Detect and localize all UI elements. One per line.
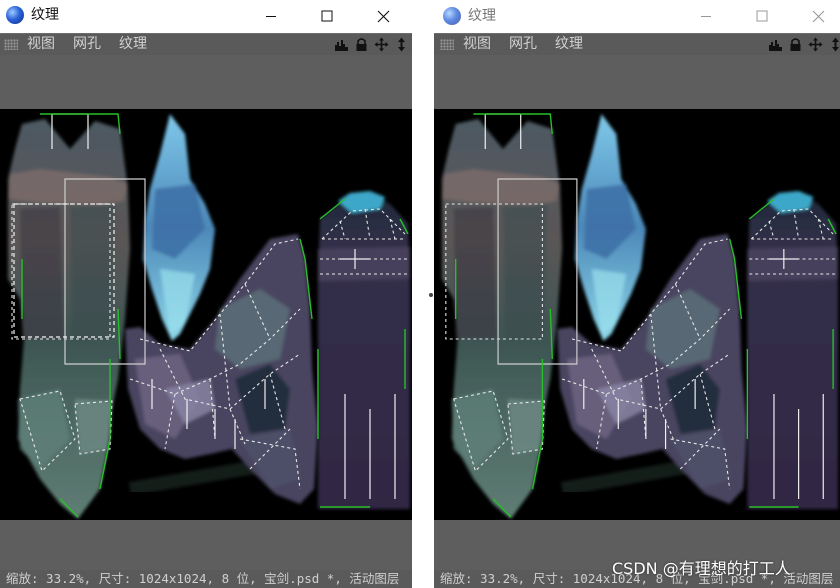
move-icon[interactable]: [808, 37, 823, 52]
minimize-icon[interactable]: [683, 0, 729, 32]
texture-canvas[interactable]: [434, 109, 840, 520]
close-icon[interactable]: [795, 0, 840, 32]
title-bar[interactable]: 纹理: [434, 0, 840, 32]
menu-view[interactable]: 视图: [27, 35, 55, 54]
menu-bar: 视图 网孔 纹理: [0, 33, 412, 56]
window-title: 纹理: [468, 8, 496, 24]
texture-canvas[interactable]: [0, 109, 412, 520]
maximize-icon[interactable]: [739, 0, 785, 32]
grip-icon[interactable]: [440, 39, 454, 50]
cinema4d-sphere-icon: [443, 7, 461, 25]
move-icon[interactable]: [374, 37, 389, 52]
window-title: 纹理: [31, 7, 59, 23]
vertical-arrows-icon[interactable]: [828, 37, 840, 52]
texture-window-left: 纹理 视图 网孔 纹理 缩放: 33.2%, 尺寸: 1024x1024, 8 …: [0, 0, 412, 588]
menu-bar: 视图 网孔 纹理: [434, 33, 840, 56]
lock-icon[interactable]: [788, 37, 803, 52]
menu-view[interactable]: 视图: [463, 35, 491, 54]
cinema4d-sphere-icon: [6, 6, 24, 24]
cursor-dot: [429, 293, 433, 297]
vertical-arrows-icon[interactable]: [394, 37, 409, 52]
maximize-icon[interactable]: [304, 0, 350, 32]
menu-mesh[interactable]: 网孔: [509, 35, 537, 54]
status-bar: 缩放: 33.2%, 尺寸: 1024x1024, 8 位, 宝剑.psd *,…: [0, 570, 412, 588]
toolbar-area: [434, 55, 840, 109]
toolbar-area: [0, 55, 412, 109]
lock-icon[interactable]: [354, 37, 369, 52]
histogram-icon[interactable]: [334, 37, 349, 52]
menu-mesh[interactable]: 网孔: [73, 35, 101, 54]
close-icon[interactable]: [360, 0, 406, 32]
watermark: CSDN @有理想的打工人: [612, 559, 791, 578]
uv-texture-map: [0, 109, 412, 520]
title-bar[interactable]: 纹理: [0, 0, 412, 32]
panel-area: [0, 520, 412, 570]
grip-icon[interactable]: [4, 39, 18, 50]
menu-texture[interactable]: 纹理: [119, 35, 147, 54]
texture-window-right: 纹理 视图 网孔 纹理 缩放: 33.2%, 尺寸: 1024x1024, 8 …: [434, 0, 840, 588]
uv-texture-map: [434, 109, 840, 520]
menu-texture[interactable]: 纹理: [555, 35, 583, 54]
minimize-icon[interactable]: [248, 0, 294, 32]
histogram-icon[interactable]: [768, 37, 783, 52]
